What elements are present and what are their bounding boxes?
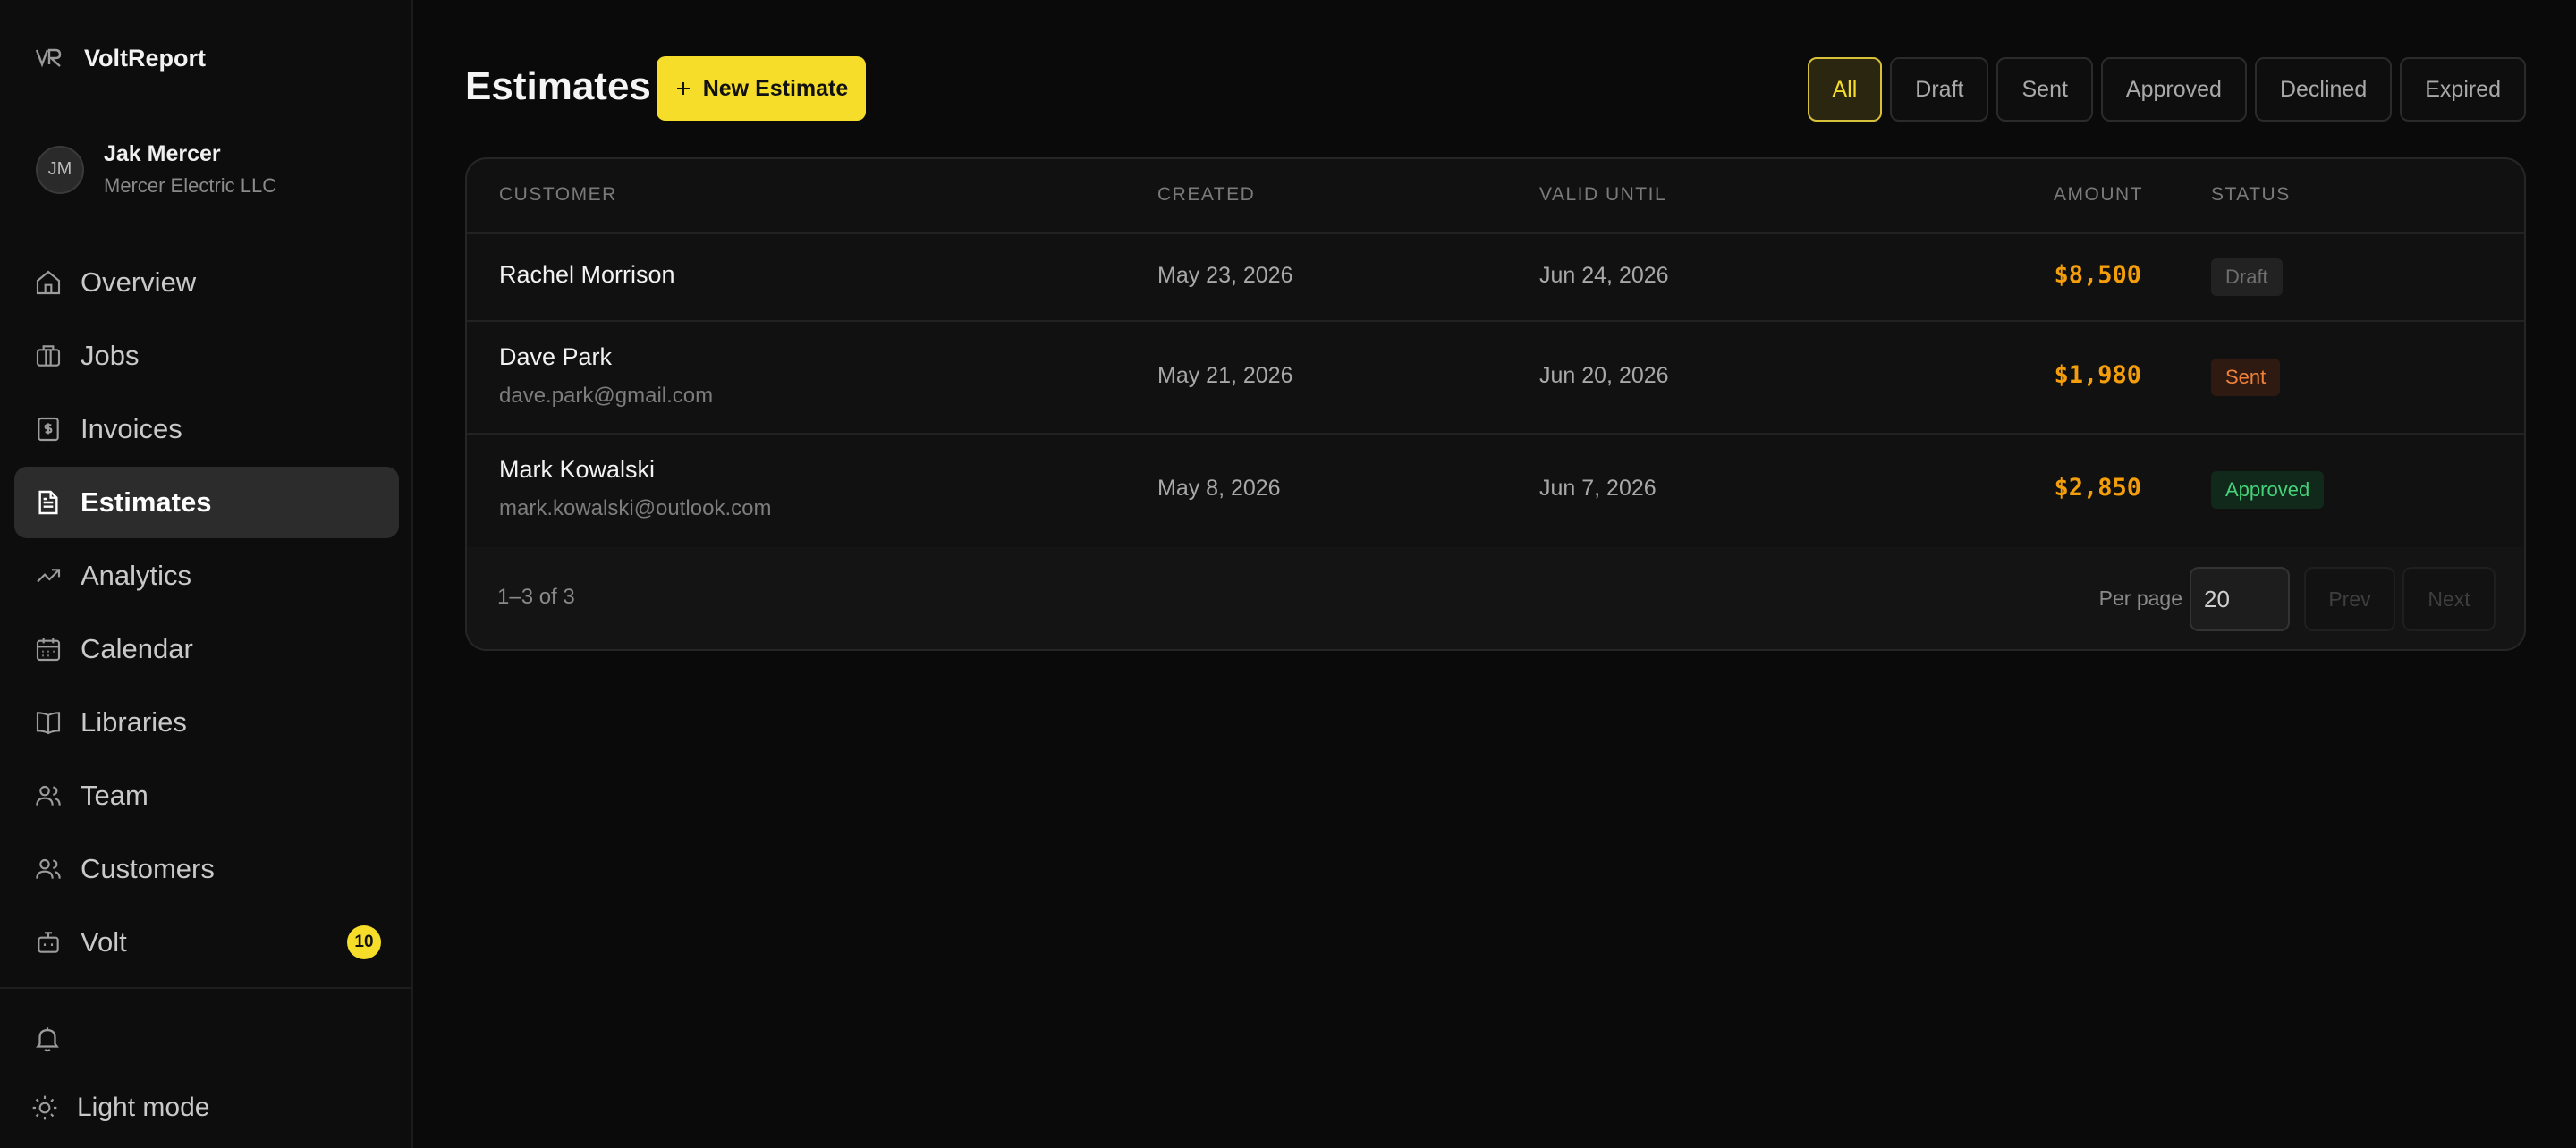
filter-expired[interactable]: Expired [2400, 57, 2526, 122]
table-header: CUSTOMER CREATED VALID UNTIL AMOUNT STAT… [467, 159, 2524, 234]
next-page-button[interactable]: Next [2402, 567, 2496, 631]
column-header-valid-until[interactable]: VALID UNTIL [1539, 184, 1666, 206]
sidebar-item-analytics[interactable]: Analytics [14, 540, 399, 612]
filter-all[interactable]: All [1807, 57, 1883, 122]
user-company: Mercer Electric LLC [104, 174, 277, 197]
estimates-table: CUSTOMER CREATED VALID UNTIL AMOUNT STAT… [465, 157, 2526, 651]
status-badge: Sent [2211, 359, 2281, 396]
status-badge: Approved [2211, 471, 2325, 509]
sidebar-item-jobs[interactable]: Jobs [14, 320, 399, 392]
sidebar-item-label: Customers [80, 853, 215, 884]
home-icon [36, 270, 61, 295]
customer-cell: Rachel Morrison [499, 261, 675, 289]
sidebar-item-estimates[interactable]: Estimates [14, 467, 399, 538]
briefcase-icon [36, 345, 61, 367]
sidebar-item-volt[interactable]: Volt 10 [14, 907, 399, 978]
sidebar: VoltReport JM Jak Mercer Mercer Electric… [0, 0, 413, 1148]
amount-value: $1,980 [2054, 361, 2141, 389]
invoice-dollar-icon [38, 417, 59, 442]
plus-icon [676, 82, 690, 95]
table-row[interactable]: Dave Park dave.park@gmail.com May 21, 20… [467, 320, 2524, 435]
sidebar-nav: Overview Jobs Invoices Estimates Analyti… [14, 247, 399, 980]
new-estimate-button[interactable]: New Estimate [657, 56, 866, 121]
status-badge: Draft [2211, 258, 2283, 296]
sidebar-item-label: Jobs [80, 340, 140, 371]
created-date: May 8, 2026 [1157, 476, 1281, 501]
customer-email: dave.park@gmail.com [499, 384, 714, 408]
sidebar-item-label: Overview [80, 266, 197, 298]
created-date: May 21, 2026 [1157, 363, 1293, 388]
created-date: May 23, 2026 [1157, 263, 1293, 288]
sidebar-item-label: Calendar [80, 633, 193, 664]
volt-count-badge: 10 [347, 925, 381, 959]
table-row[interactable]: Rachel Morrison May 23, 2026 Jun 24, 202… [467, 232, 2524, 322]
sidebar-item-team[interactable]: Team [14, 760, 399, 831]
valid-until-date: Jun 24, 2026 [1539, 263, 1669, 288]
brand[interactable]: VoltReport [34, 43, 206, 73]
sidebar-item-customers[interactable]: Customers [14, 833, 399, 905]
user-name: Jak Mercer [104, 141, 221, 166]
per-page-label: Per page [2098, 587, 2182, 610]
book-icon [36, 712, 61, 735]
app-name: VoltReport [84, 44, 206, 72]
calendar-icon [36, 638, 61, 662]
trending-up-icon [37, 569, 61, 583]
customer-email: mark.kowalski@outlook.com [499, 496, 772, 520]
column-header-amount[interactable]: AMOUNT [2054, 184, 2143, 206]
voltreport-logo-icon [35, 48, 62, 68]
customer-name: Rachel Morrison [499, 261, 675, 288]
customer-name: Mark Kowalski [499, 456, 656, 483]
sidebar-item-invoices[interactable]: Invoices [14, 393, 399, 465]
sidebar-item-libraries[interactable]: Libraries [14, 687, 399, 758]
document-icon [38, 490, 58, 515]
column-header-status[interactable]: STATUS [2211, 184, 2291, 206]
valid-until-date: Jun 20, 2026 [1539, 363, 1669, 388]
amount-value: $2,850 [2054, 474, 2141, 502]
table-row[interactable]: Mark Kowalski mark.kowalski@outlook.com … [467, 433, 2524, 549]
sidebar-divider [0, 987, 411, 989]
column-header-created[interactable]: CREATED [1157, 184, 1255, 206]
filter-declined[interactable]: Declined [2254, 57, 2393, 122]
customer-cell: Dave Park dave.park@gmail.com [499, 343, 713, 409]
per-page-input[interactable]: 20 [2190, 567, 2290, 631]
customers-icon [36, 858, 61, 879]
sidebar-item-label: Libraries [80, 706, 187, 738]
bot-icon [38, 932, 59, 953]
filter-draft[interactable]: Draft [1890, 57, 1989, 122]
valid-until-date: Jun 7, 2026 [1539, 476, 1657, 501]
sun-icon [32, 1095, 57, 1120]
customer-name: Dave Park [499, 343, 613, 370]
light-mode-toggle[interactable]: Light mode [30, 1093, 209, 1123]
sidebar-item-label: Estimates [80, 486, 212, 518]
status-filter-tabs: All Draft Sent Approved Declined Expired [1807, 57, 2526, 122]
amount-value: $8,500 [2054, 261, 2141, 289]
avatar: JM [36, 145, 84, 194]
page-title: Estimates [465, 64, 651, 108]
user-profile[interactable]: JM Jak Mercer Mercer Electric LLC [36, 141, 276, 198]
sidebar-item-calendar[interactable]: Calendar [14, 613, 399, 685]
prev-page-button[interactable]: Prev [2304, 567, 2395, 631]
users-icon [36, 785, 61, 806]
column-header-customer[interactable]: CUSTOMER [499, 184, 617, 206]
sidebar-item-overview[interactable]: Overview [14, 247, 399, 318]
pagination-summary: 1–3 of 3 [497, 585, 575, 609]
light-mode-label: Light mode [77, 1093, 210, 1122]
pagination-bar: 1–3 of 3 Per page 20 Prev Next [467, 547, 2524, 649]
filter-sent[interactable]: Sent [1996, 57, 2093, 122]
new-estimate-label: New Estimate [702, 75, 849, 101]
filter-approved[interactable]: Approved [2100, 57, 2247, 122]
sidebar-item-label: Invoices [80, 413, 182, 444]
sidebar-item-label: Volt [80, 926, 127, 958]
sidebar-item-label: Team [80, 780, 148, 811]
bell-icon[interactable] [32, 1024, 63, 1054]
customer-cell: Mark Kowalski mark.kowalski@outlook.com [499, 456, 771, 521]
sidebar-item-label: Analytics [80, 560, 192, 591]
